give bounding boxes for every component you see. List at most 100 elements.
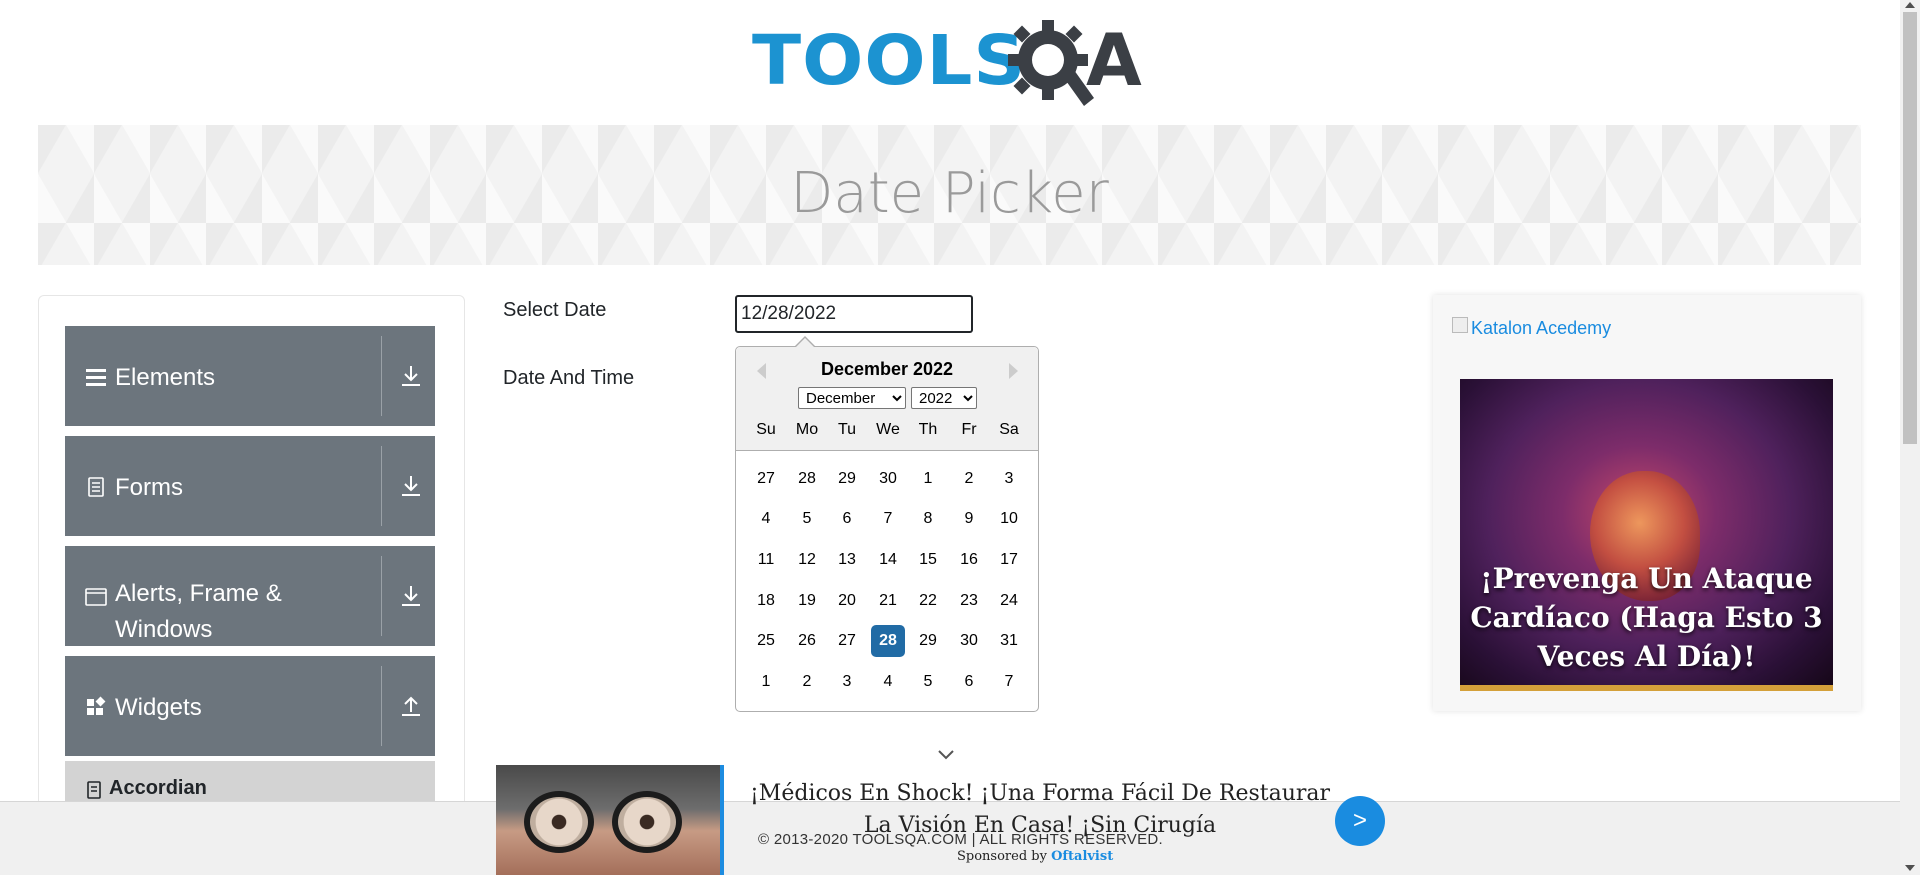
calendar-day[interactable]: 5	[790, 503, 824, 535]
calendar-day[interactable]: 2	[790, 666, 824, 698]
sidebar-group-elements[interactable]: Elements	[65, 326, 435, 426]
sidebar-group-alerts-frame-windows[interactable]: Alerts, Frame & Windows	[65, 546, 435, 646]
upload-arrow-icon[interactable]	[395, 690, 427, 722]
calendar-day[interactable]: 26	[790, 625, 824, 657]
scroll-down-arrow-icon[interactable]	[1905, 865, 1915, 871]
weekday-label: Th	[918, 421, 938, 438]
scroll-up-arrow-icon[interactable]	[1905, 2, 1915, 8]
calendar-day[interactable]: 9	[952, 503, 986, 535]
page-scrollbar[interactable]	[1900, 0, 1920, 875]
document-icon	[88, 477, 104, 497]
weekday-label: We	[876, 421, 900, 438]
broken-image-icon	[1452, 317, 1468, 333]
sidebar-group-forms[interactable]: Forms	[65, 436, 435, 536]
calendar-day[interactable]: 19	[790, 585, 824, 617]
calendar-day[interactable]: 1	[749, 666, 783, 698]
scrollbar-thumb[interactable]	[1903, 12, 1917, 444]
current-month-title: December 2022	[820, 359, 954, 379]
select-date-label: Select Date	[503, 299, 607, 321]
bottom-ad-arrow-button[interactable]: >	[1335, 796, 1385, 846]
calendar-day[interactable]: 29	[911, 625, 945, 657]
divider	[381, 336, 382, 416]
widgets-icon	[87, 696, 106, 715]
gear-icon	[1008, 20, 1094, 106]
calendar-day[interactable]: 10	[992, 503, 1026, 535]
date-and-time-label: Date And Time	[503, 367, 635, 389]
ad-image[interactable]: ¡Prevenga Un Ataque Cardíaco (Haga Esto …	[1460, 379, 1833, 691]
calendar-day[interactable]: 3	[830, 666, 864, 698]
sidebar: Elements Forms Alerts, Frame & Windows W…	[38, 295, 465, 875]
eye-lens-left	[524, 791, 594, 853]
calendar-day[interactable]: 2	[952, 463, 986, 495]
month-select[interactable]: December	[798, 387, 906, 409]
calendar-day[interactable]: 25	[749, 625, 783, 657]
logo-text-tools: TOOLS	[752, 20, 1027, 100]
calendar-day[interactable]: 5	[911, 666, 945, 698]
calendar-day[interactable]: 1	[911, 463, 945, 495]
weekday-label: Mo	[795, 421, 819, 438]
calendar-day[interactable]: 30	[952, 625, 986, 657]
calendar-day[interactable]: 22	[911, 585, 945, 617]
toolsqa-logo[interactable]: TOOLS A	[748, 16, 1153, 114]
calendar-day[interactable]: 6	[830, 503, 864, 535]
ad-accent-bar	[1460, 685, 1833, 691]
calendar-day[interactable]: 28	[790, 463, 824, 495]
divider	[381, 446, 382, 526]
calendar-day[interactable]: 12	[790, 544, 824, 576]
calendar-day[interactable]: 15	[911, 544, 945, 576]
download-arrow-icon[interactable]	[395, 470, 427, 502]
calendar-day[interactable]: 14	[871, 544, 905, 576]
calendar-day[interactable]: 8	[911, 503, 945, 535]
sidebar-group-widgets[interactable]: Widgets	[65, 656, 435, 756]
sidebar-item-label: Accordian	[109, 777, 207, 799]
sidebar-group-label: Widgets	[115, 694, 202, 721]
page-banner: Date Picker	[38, 125, 1861, 265]
calendar-day[interactable]: 11	[749, 544, 783, 576]
calendar-day[interactable]: 3	[992, 463, 1026, 495]
sponsor-link[interactable]: Oftalvist	[1051, 849, 1113, 864]
bottom-ad-headline[interactable]: ¡Médicos En Shock! ¡Una Forma Fácil De R…	[740, 778, 1340, 842]
weekday-label: Sa	[999, 421, 1019, 438]
calendar-day[interactable]: 30	[871, 463, 905, 495]
calendar-day[interactable]: 7	[992, 666, 1026, 698]
ad-caption: ¡Prevenga Un Ataque Cardíaco (Haga Esto …	[1470, 562, 1823, 673]
calendar-day[interactable]: 7	[871, 503, 905, 535]
download-arrow-icon[interactable]	[395, 360, 427, 392]
calendar-day[interactable]: 24	[992, 585, 1026, 617]
calendar-day[interactable]: 6	[952, 666, 986, 698]
bottom-ad-image[interactable]	[496, 765, 724, 875]
hamburger-icon	[86, 369, 106, 386]
download-arrow-icon[interactable]	[395, 580, 427, 612]
page-title: Date Picker	[790, 161, 1109, 226]
calendar-day[interactable]: 17	[992, 544, 1026, 576]
window-icon	[85, 588, 107, 606]
calendar-day[interactable]: 27	[749, 463, 783, 495]
year-select[interactable]: 2022	[911, 387, 977, 409]
sidebar-group-label: Forms	[115, 474, 183, 501]
datepicker-header: December 2022 December 2022 Su Mo Tu We …	[736, 347, 1038, 451]
chevron-down-icon[interactable]	[937, 748, 955, 762]
calendar-day[interactable]: 21	[871, 585, 905, 617]
datepicker-popup: December 2022 December 2022 Su Mo Tu We …	[735, 336, 1039, 712]
calendar-day[interactable]: 18	[749, 585, 783, 617]
calendar-day[interactable]: 27	[830, 625, 864, 657]
sponsored-by: Sponsored by Oftalvist	[957, 849, 1113, 864]
katalon-academy-image-link[interactable]: Katalon Acedemy	[1471, 318, 1611, 339]
calendar-day[interactable]: 23	[952, 585, 986, 617]
divider	[381, 666, 382, 746]
calendar-day[interactable]: 16	[952, 544, 986, 576]
calendar-day[interactable]: 4	[749, 503, 783, 535]
advertisement-right[interactable]: Katalon Acedemy ¡Prevenga Un Ataque Card…	[1433, 295, 1861, 711]
sidebar-group-label: Alerts, Frame & Windows	[115, 580, 282, 643]
calendar-day-selected[interactable]: 28	[871, 625, 905, 657]
page: TOOLS A Date Picker Elements Forms Alert…	[0, 0, 1920, 875]
weekday-label: Su	[756, 421, 776, 438]
calendar-day[interactable]: 13	[830, 544, 864, 576]
next-month-icon[interactable]	[1003, 361, 1023, 381]
calendar-day[interactable]: 20	[830, 585, 864, 617]
weekday-label: Tu	[837, 421, 857, 438]
calendar-day[interactable]: 29	[830, 463, 864, 495]
calendar-day[interactable]: 4	[871, 666, 905, 698]
calendar-day[interactable]: 31	[992, 625, 1026, 657]
select-date-input[interactable]	[735, 295, 973, 333]
